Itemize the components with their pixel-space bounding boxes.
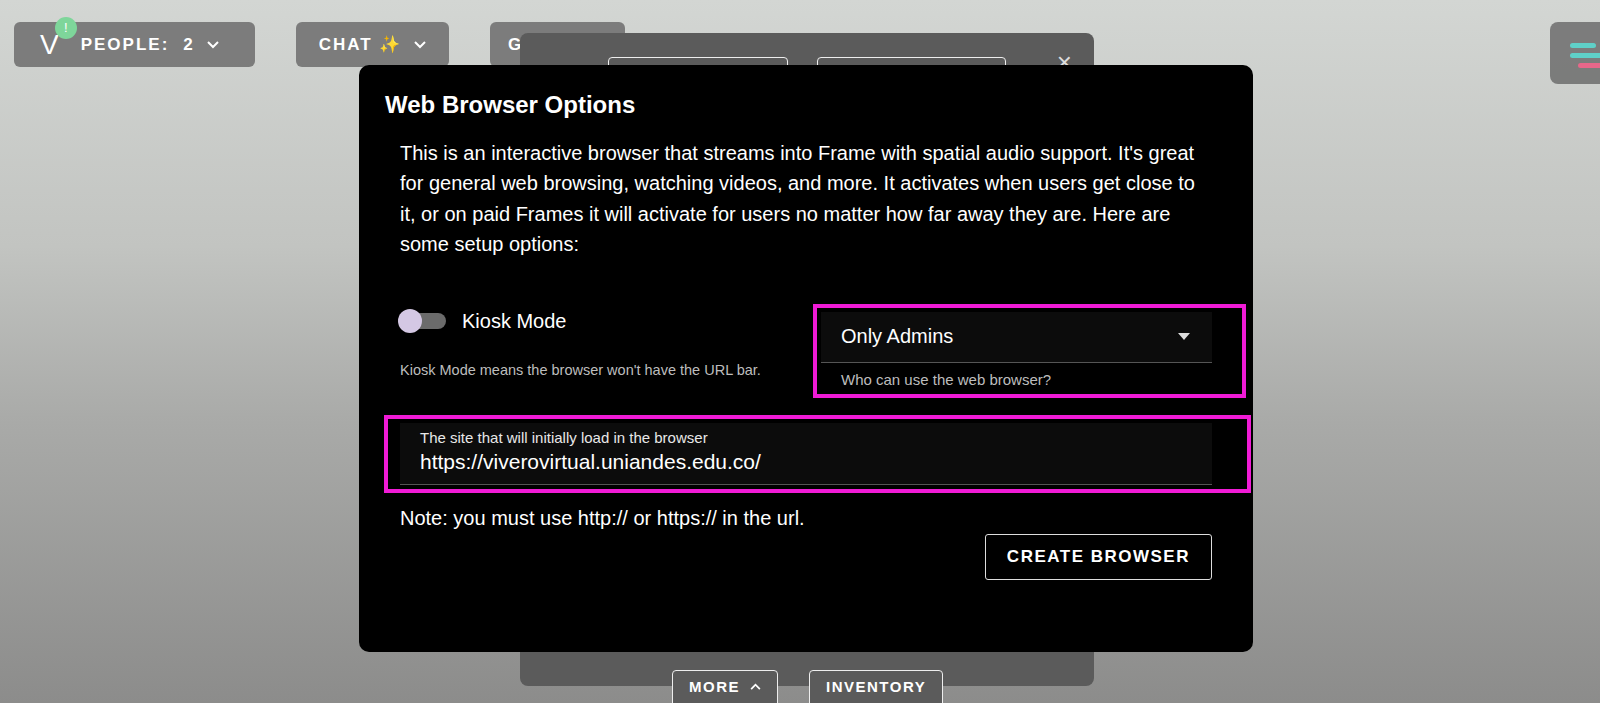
url-label: The site that will initially load in the… [420,429,1192,446]
dialog-actions: CREATE BROWSER [400,534,1212,580]
create-browser-button[interactable]: CREATE BROWSER [985,534,1212,580]
url-value: https://viverovirtual.uniandes.edu.co/ [420,450,1192,474]
chat-label: CHAT ✨ [319,34,403,55]
web-browser-dialog: Web Browser Options This is an interacti… [359,65,1253,652]
people-label: PEOPLE: [81,35,170,55]
bottom-button-label: INVENTORY [826,678,926,695]
dialog-title: Web Browser Options [385,91,1212,120]
chevron-up-icon [750,683,761,690]
virtual-scene[interactable]: V! PEOPLE: 2 CHAT ✨ G × MORE INVENTORY W… [0,0,1600,703]
notification-badge: ! [55,17,77,39]
url-highlight: The site that will initially load in the… [384,415,1251,493]
options-row: Kiosk Mode Kiosk Mode means the browser … [400,304,1212,398]
bottom-bar: MORE INVENTORY [672,670,943,703]
chevron-down-icon [414,41,426,49]
chevron-down-icon [207,41,219,49]
kiosk-row: Kiosk Mode [400,310,813,333]
dropdown-arrow-icon [1178,333,1190,340]
url-field[interactable]: The site that will initially load in the… [400,423,1212,485]
hamburger-menu[interactable] [1550,22,1600,84]
people-button[interactable]: V! PEOPLE: 2 [14,22,255,67]
url-note: Note: you must use http:// or https:// i… [400,507,1212,530]
chat-button[interactable]: CHAT ✨ [296,22,449,67]
kiosk-option: Kiosk Mode Kiosk Mode means the browser … [400,304,813,398]
menu-icon [1564,37,1600,77]
logo: V! [40,29,59,61]
description: This is an interactive browser that stre… [400,138,1212,260]
dialog-body: This is an interactive browser that stre… [400,138,1212,580]
toggle-knob [398,309,422,333]
kiosk-hint: Kiosk Mode means the browser won't have … [400,363,785,378]
access-value: Only Admins [841,325,953,348]
bottom-button[interactable]: MORE [672,670,778,703]
bottom-button-label: MORE [689,678,740,695]
people-count: 2 [183,35,194,55]
access-helper: Who can use the web browser? [841,371,1212,388]
kiosk-toggle[interactable] [400,313,446,329]
access-highlight: Only Admins Who can use the web browser? [813,304,1246,398]
access-select[interactable]: Only Admins [821,312,1212,363]
kiosk-label: Kiosk Mode [462,310,567,333]
bottom-button[interactable]: INVENTORY [809,670,943,703]
